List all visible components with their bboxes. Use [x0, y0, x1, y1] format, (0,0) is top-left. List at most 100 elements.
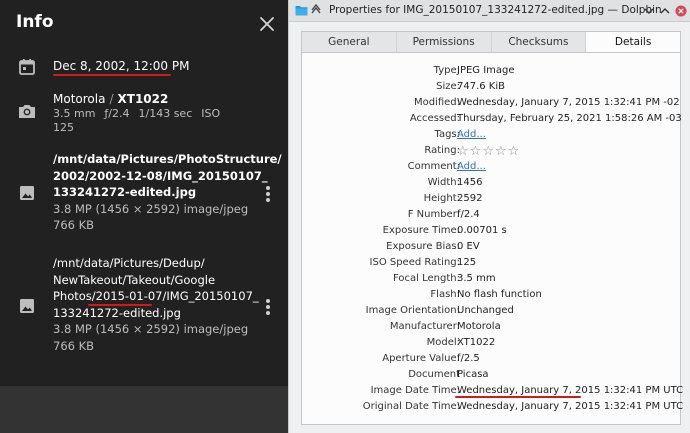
file-path-line: 133241272-edited.jpg — [53, 305, 181, 320]
property-row-f-number: F Number: f/2.4 — [302, 208, 682, 224]
folder-underline-annotation — [88, 304, 152, 306]
more-options-icon[interactable] — [264, 298, 272, 318]
property-label: Focal Length: — [393, 273, 460, 284]
tab-general[interactable]: General — [302, 32, 397, 52]
property-label: Rating: — [424, 145, 460, 156]
image-icon — [20, 299, 34, 313]
tab-details[interactable]: Details — [586, 32, 680, 52]
property-label: Height: — [423, 193, 460, 204]
camera-model: XT1022 — [117, 92, 169, 106]
file-path-line: Photos/2015-01-07/IMG_20150107_ — [53, 289, 259, 303]
property-value: f/2.4 — [457, 209, 480, 220]
tab-bar: General Permissions Checksums Details — [301, 31, 681, 53]
tab-checksums[interactable]: Checksums — [492, 32, 587, 52]
star-icon[interactable]: ☆ — [508, 144, 520, 159]
property-value: f/2.5 — [457, 353, 480, 364]
property-row-manufacturer: Manufacturer: Motorola — [302, 320, 682, 336]
shutter-speed: 1/143 sec — [138, 107, 193, 120]
add-link[interactable]: Add... — [457, 129, 486, 140]
properties-window: Properties for IMG_20150107_133241272-ed… — [288, 0, 690, 433]
property-label: Manufacturer: — [389, 321, 460, 332]
star-icon[interactable]: ☆ — [495, 144, 507, 159]
property-value: Thursday, February 25, 2021 1:58:26 AM -… — [457, 113, 682, 124]
property-row-image-orientation: Image Orientation: Unchanged — [302, 304, 682, 320]
property-value: Motorola — [457, 321, 501, 332]
property-value: 3.5 mm — [457, 273, 496, 284]
property-label: F Number: — [407, 209, 460, 220]
file-path-line: NewTakeout/Takeout/Google — [53, 272, 216, 287]
add-link[interactable]: Add... — [457, 161, 486, 172]
property-row-flash: Flash: No flash function — [302, 288, 682, 304]
property-value: 1456 — [457, 177, 483, 188]
property-row-aperture-value: Aperture Value: f/2.5 — [302, 352, 682, 368]
minimize-icon[interactable] — [643, 5, 655, 17]
date-underline-annotation — [53, 74, 171, 76]
file-path-line: 2002/2002-12-08/IMG_20150107_ — [53, 168, 268, 183]
close-icon[interactable] — [258, 15, 276, 33]
property-row-accessed: Accessed: Thursday, February 25, 2021 1:5… — [302, 112, 682, 128]
bottom-strip — [0, 386, 288, 433]
property-row-focal-length: Focal Length: 3.5 mm — [302, 272, 682, 288]
property-row-width: Width: 1456 — [302, 176, 682, 192]
property-value: 0 EV — [457, 241, 480, 252]
property-label: Document — [408, 369, 460, 380]
property-row-model: Model: XT1022 — [302, 336, 682, 352]
maximize-icon[interactable] — [659, 5, 671, 17]
property-label: Comment: — [407, 161, 460, 172]
property-label: Aperture Value: — [382, 353, 460, 364]
star-icon[interactable]: ☆ — [457, 144, 469, 159]
property-value: Wednesday, January 7, 2015 1:32:41 PM UT… — [457, 401, 684, 412]
rating-stars[interactable]: ☆ ☆ ☆ ☆ ☆ — [457, 144, 520, 159]
property-value: Picasa — [457, 369, 489, 380]
property-row-document: Document Picasa — [302, 368, 682, 384]
tab-permissions[interactable]: Permissions — [397, 32, 492, 52]
iso-label: ISO — [201, 107, 221, 120]
property-value: 125 — [457, 257, 477, 268]
property-value: 747.6 KiB — [457, 81, 506, 92]
property-row-modified: Modified: Wednesday, January 7, 2015 1:32… — [302, 96, 682, 112]
file-entry-secondary[interactable]: /mnt/data/Pictures/Dedup/ NewTakeout/Tak… — [53, 255, 259, 354]
property-label: Accessed: — [409, 113, 460, 124]
details-panel: Type: JPEG Image Size: 747.6 KiB Modified: We… — [301, 53, 684, 425]
property-row-exposure-time: Exposure Time: 0.00701 s — [302, 224, 682, 240]
property-row-size: Size: 747.6 KiB — [302, 80, 682, 96]
camera-settings: 3.5 mm ƒ/2.4 1/143 sec ISO 125 — [53, 107, 278, 135]
window-titlebar[interactable]: Properties for IMG_20150107_133241272-ed… — [289, 0, 690, 22]
property-label: Exposure Bias: — [386, 241, 460, 252]
file-path-line: 133241272-edited.jpg — [53, 185, 197, 199]
file-dimensions: 3.8 MP (1456 × 2592) image/jpeg — [53, 322, 249, 336]
star-icon[interactable]: ☆ — [470, 144, 482, 159]
property-row-original-date-time: Original Date Time: Wednesday, January 7,… — [302, 400, 684, 416]
more-options-icon[interactable] — [264, 185, 272, 205]
keep-above-icon[interactable] — [311, 4, 321, 16]
property-label: Flash: — [430, 289, 460, 300]
file-path-line: /mnt/data/Pictures/PhotoStructure/ — [53, 152, 282, 166]
file-size: 766 KB — [53, 218, 95, 232]
date-taken[interactable]: Dec 8, 2002, 12:00 PM — [53, 59, 189, 73]
camera-icon — [19, 105, 35, 118]
camera-make: Motorola — [53, 92, 106, 106]
property-label: Width: — [427, 177, 460, 188]
property-value: 2592 — [457, 193, 483, 204]
focal-length: 3.5 mm — [53, 107, 96, 120]
close-window-icon[interactable] — [675, 5, 687, 17]
property-row-exposure-bias: Exposure Bias: 0 EV — [302, 240, 682, 256]
file-entry-primary[interactable]: /mnt/data/Pictures/PhotoStructure/ 2002/… — [53, 151, 282, 234]
property-value: No flash function — [457, 289, 542, 300]
property-value: Wednesday, January 7, 2015 1:32:41 PM -0… — [457, 97, 680, 108]
property-row-iso-speed-rating: ISO Speed Rating: 125 — [302, 256, 682, 272]
property-value: XT1022 — [457, 337, 496, 348]
calendar-icon — [19, 59, 35, 75]
property-label: Image Date Time: — [370, 385, 460, 396]
property-label: ISO Speed Rating: — [369, 257, 460, 268]
property-row-comment: Comment: Add... — [302, 160, 682, 176]
file-size: 766 KB — [53, 338, 95, 353]
property-value: 0.00701 s — [457, 225, 507, 236]
aperture: ƒ/2.4 — [104, 107, 130, 120]
property-row-rating: Rating: ☆ ☆ ☆ ☆ ☆ — [302, 144, 682, 160]
info-panel: Info Dec 8, 2002, 12:00 PM Motorola / XT10… — [0, 0, 288, 433]
property-label: Exposure Time: — [382, 225, 460, 236]
property-value: Wednesday, January 7, 2015 1:32:41 PM UT… — [457, 385, 684, 396]
star-icon[interactable]: ☆ — [482, 144, 494, 159]
iso-value: 125 — [53, 121, 74, 134]
